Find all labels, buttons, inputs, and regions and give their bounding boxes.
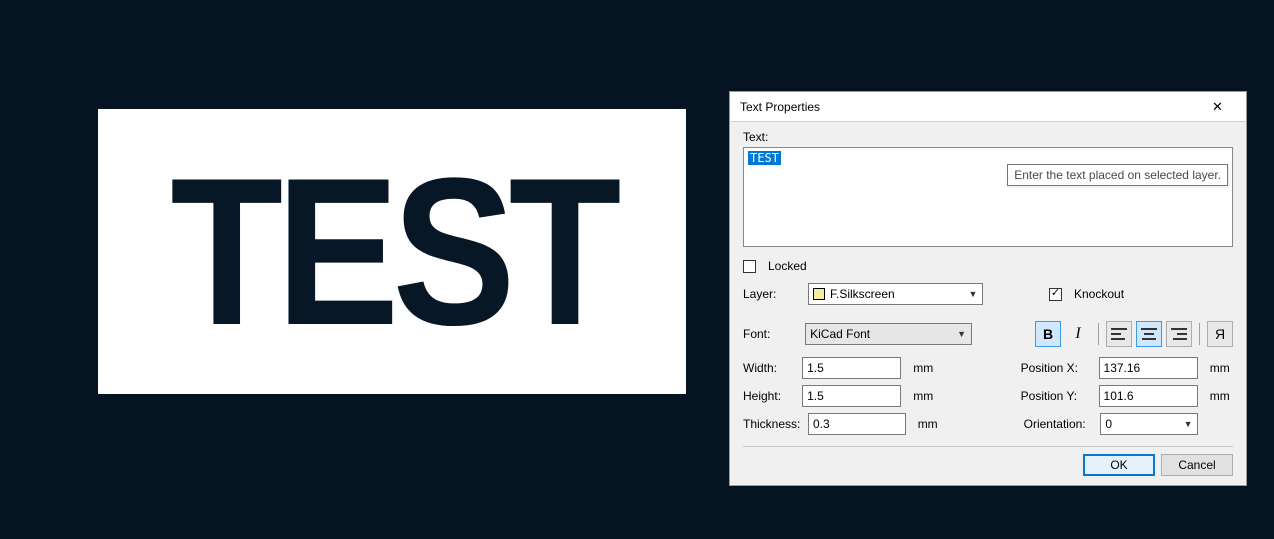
posx-label: Position X: — [1021, 361, 1091, 375]
align-center-icon — [1141, 328, 1157, 340]
layer-combo[interactable]: F.Silkscreen ▼ — [808, 283, 983, 305]
separator — [1098, 323, 1099, 345]
mirror-button[interactable]: R — [1207, 321, 1233, 347]
layer-swatch — [813, 288, 825, 300]
posy-unit: mm — [1210, 389, 1233, 403]
text-value-selected: TEST — [748, 151, 781, 165]
text-style-toolbar: B I R — [1035, 321, 1233, 347]
font-label: Font: — [743, 327, 797, 341]
layer-row: Layer: F.Silkscreen ▼ Knockout — [743, 283, 1233, 305]
close-icon: ✕ — [1212, 99, 1223, 115]
font-combo[interactable]: KiCad Font ▼ — [805, 323, 971, 345]
locked-checkbox[interactable] — [743, 260, 756, 273]
font-row: Font: KiCad Font ▼ B I R — [743, 321, 1233, 347]
layer-value: F.Silkscreen — [830, 287, 895, 301]
close-button[interactable]: ✕ — [1195, 92, 1240, 122]
align-right-button[interactable] — [1166, 321, 1192, 347]
width-unit: mm — [913, 361, 936, 375]
locked-label: Locked — [768, 259, 807, 273]
knockout-checkbox[interactable] — [1049, 288, 1062, 301]
width-input[interactable]: 1.5 — [802, 357, 901, 379]
dialog-titlebar[interactable]: Text Properties ✕ — [730, 92, 1246, 122]
thickness-input[interactable]: 0.3 — [808, 413, 906, 435]
thickness-label: Thickness: — [743, 417, 800, 431]
separator — [1199, 323, 1200, 345]
layer-label: Layer: — [743, 287, 800, 301]
align-left-icon — [1111, 328, 1127, 340]
chevron-down-icon: ▼ — [1179, 414, 1197, 434]
posy-input[interactable]: 101.6 — [1099, 385, 1198, 407]
width-label: Width: — [743, 361, 794, 375]
divider — [743, 446, 1233, 447]
align-right-icon — [1171, 328, 1187, 340]
align-left-button[interactable] — [1106, 321, 1132, 347]
italic-button[interactable]: I — [1065, 321, 1091, 347]
orientation-combo[interactable]: 0 ▼ — [1100, 413, 1198, 435]
text-tooltip: Enter the text placed on selected layer. — [1007, 164, 1228, 186]
silkscreen-preview: TEST — [98, 109, 686, 394]
posy-label: Position Y: — [1021, 389, 1091, 403]
dialog-footer: OK Cancel — [1083, 454, 1233, 476]
cancel-button[interactable]: Cancel — [1161, 454, 1233, 476]
locked-row: Locked — [743, 259, 1233, 273]
text-properties-dialog: Text Properties ✕ Text: TEST Enter the t… — [729, 91, 1247, 486]
chevron-down-icon: ▼ — [953, 324, 971, 344]
posx-input[interactable]: 137.16 — [1099, 357, 1198, 379]
ok-button[interactable]: OK — [1083, 454, 1155, 476]
height-input[interactable]: 1.5 — [802, 385, 901, 407]
mirror-icon: R — [1215, 326, 1225, 342]
orientation-label: Orientation: — [1024, 417, 1093, 431]
font-value: KiCad Font — [810, 327, 870, 341]
bold-button[interactable]: B — [1035, 321, 1061, 347]
posx-unit: mm — [1210, 361, 1233, 375]
dialog-content: Text: TEST Enter the text placed on sele… — [730, 122, 1246, 439]
height-unit: mm — [913, 389, 936, 403]
align-center-button[interactable] — [1136, 321, 1162, 347]
text-textarea[interactable]: TEST Enter the text placed on selected l… — [743, 147, 1233, 247]
text-field-label: Text: — [743, 130, 1233, 144]
chevron-down-icon: ▼ — [964, 284, 982, 304]
preview-text: TEST — [170, 147, 614, 357]
height-label: Height: — [743, 389, 794, 403]
dialog-title: Text Properties — [740, 100, 1195, 114]
thickness-unit: mm — [918, 417, 941, 431]
knockout-label: Knockout — [1074, 287, 1124, 301]
